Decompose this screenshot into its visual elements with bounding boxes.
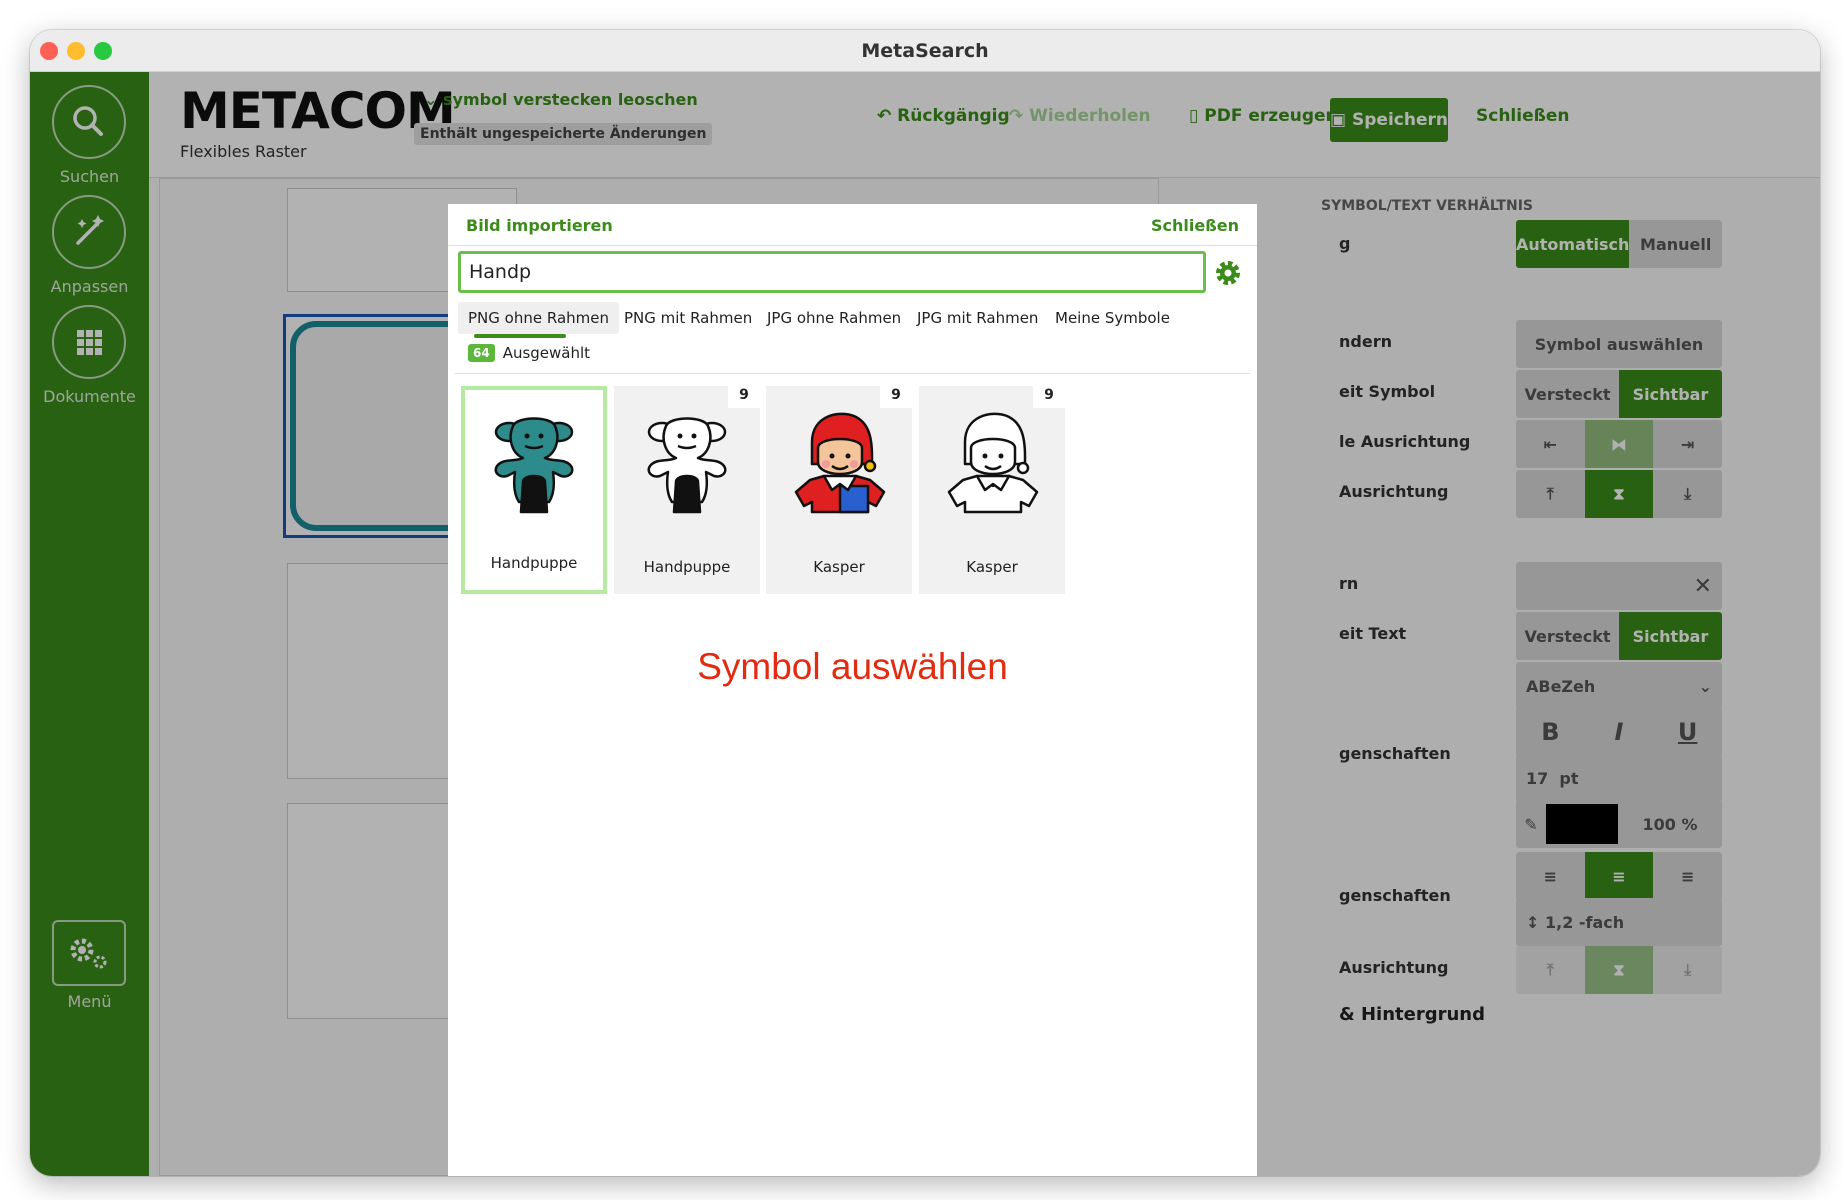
dialog-close-button[interactable]: Schließen bbox=[1151, 216, 1239, 235]
annotation-text: Symbol auswählen bbox=[697, 646, 1008, 687]
result-name: Handpuppe bbox=[490, 554, 578, 572]
tab-jpg-frame[interactable]: JPG mit Rahmen bbox=[907, 302, 1048, 334]
zoom-window-button[interactable] bbox=[94, 42, 112, 60]
variant-count: 9 bbox=[728, 382, 760, 408]
variant-count: 9 bbox=[880, 382, 912, 408]
tab-jpg-no-frame[interactable]: JPG ohne Rahmen bbox=[757, 302, 911, 334]
divider bbox=[455, 373, 1250, 374]
result-name: Kasper bbox=[966, 558, 1018, 576]
dialog-title: Bild importieren bbox=[466, 216, 613, 235]
close-window-button[interactable] bbox=[40, 42, 58, 60]
result-tile[interactable]: Handpuppe bbox=[461, 386, 607, 594]
result-tile[interactable]: 9 Kasper bbox=[919, 382, 1065, 594]
symbol-search-field[interactable] bbox=[458, 251, 1206, 293]
active-tab-indicator bbox=[474, 334, 566, 338]
symbol-search-input[interactable] bbox=[461, 254, 1203, 290]
kasper-outline-image bbox=[947, 412, 1039, 514]
result-name: Kasper bbox=[813, 558, 865, 576]
selected-indicator[interactable]: 64 Ausgewählt bbox=[468, 342, 590, 364]
tab-png-frame[interactable]: PNG mit Rahmen bbox=[614, 302, 762, 334]
hand-puppet-outline-image bbox=[647, 417, 727, 514]
kasper-color-image bbox=[794, 412, 886, 514]
selected-count-badge: 64 bbox=[468, 344, 495, 362]
result-name: Handpuppe bbox=[643, 558, 731, 576]
minimize-window-button[interactable] bbox=[67, 42, 85, 60]
tab-my-symbols[interactable]: Meine Symbole bbox=[1045, 302, 1180, 334]
app-window: MetaSearch Suchen Anpassen Dokumente Men… bbox=[30, 30, 1820, 1176]
window-title: MetaSearch bbox=[861, 40, 989, 62]
tab-label: JPG mit Rahmen bbox=[917, 309, 1039, 327]
tab-png-no-frame[interactable]: PNG ohne Rahmen bbox=[458, 302, 619, 338]
gear-icon[interactable] bbox=[1214, 259, 1242, 287]
dialog-header: Bild importieren Schließen bbox=[448, 204, 1257, 246]
import-image-dialog: Bild importieren Schließen PNG ohne Rahm… bbox=[448, 204, 1257, 1176]
hand-puppet-teal-image bbox=[494, 417, 574, 514]
tab-label: Meine Symbole bbox=[1055, 309, 1170, 327]
selected-label: Ausgewählt bbox=[502, 344, 591, 362]
result-tile[interactable]: 9 Handpuppe bbox=[614, 382, 760, 594]
tab-label: PNG mit Rahmen bbox=[624, 309, 753, 327]
tab-label: JPG ohne Rahmen bbox=[767, 309, 902, 327]
title-bar: MetaSearch bbox=[30, 30, 1820, 72]
result-tile[interactable]: 9 Kasper bbox=[766, 382, 912, 594]
tab-label: PNG ohne Rahmen bbox=[468, 309, 609, 327]
variant-count: 9 bbox=[1033, 382, 1065, 408]
